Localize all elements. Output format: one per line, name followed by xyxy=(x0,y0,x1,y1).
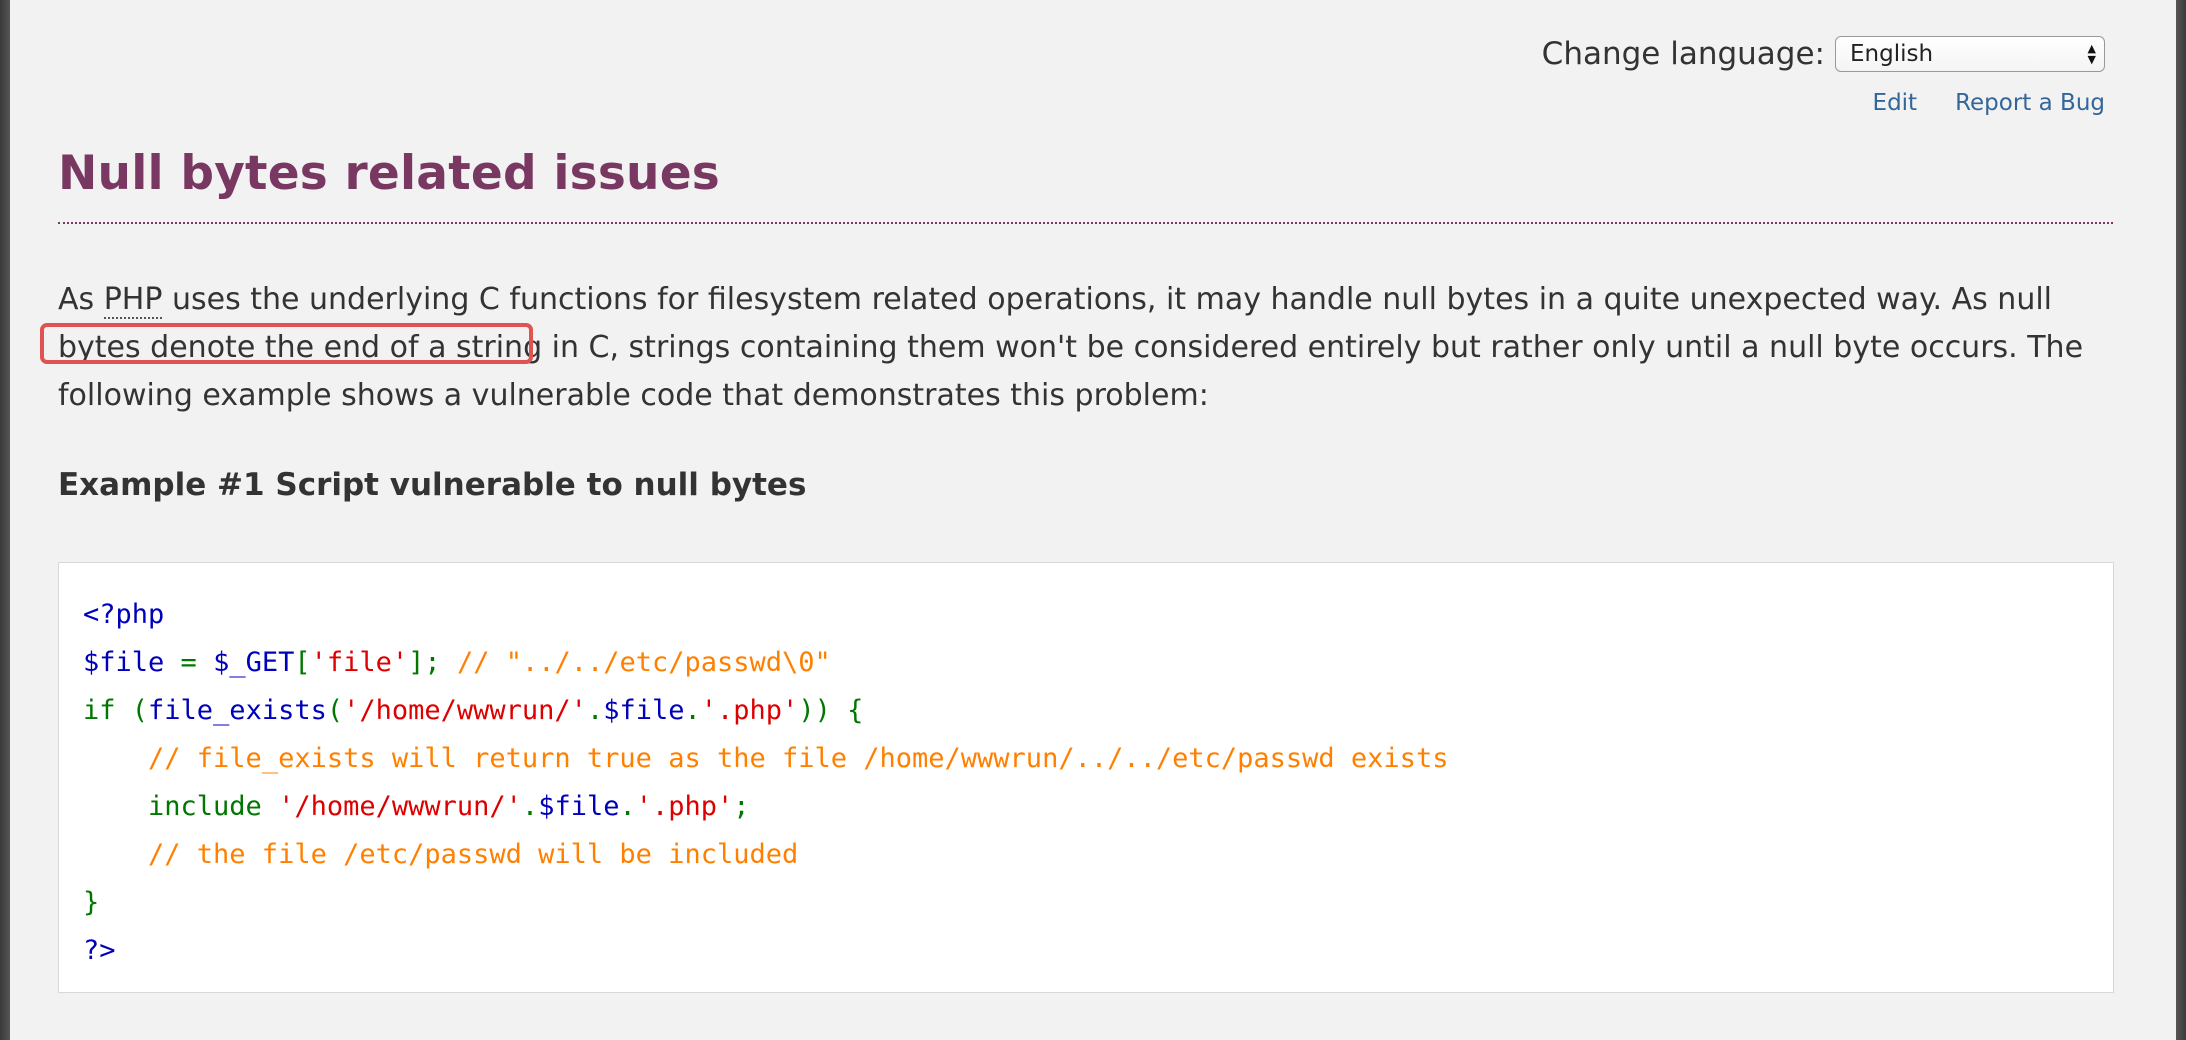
code-token: include xyxy=(83,791,279,822)
highlight-annotation-box xyxy=(40,323,533,364)
code-token: . xyxy=(586,695,604,726)
php-abbreviation: PHP xyxy=(103,282,163,319)
code-token: . xyxy=(684,695,701,726)
code-token: $file xyxy=(603,695,685,726)
code-token: file_exists xyxy=(148,695,327,726)
code-example: <?php $file = $_GET['file']; // "../../e… xyxy=(58,562,2114,993)
window-frame-left xyxy=(0,0,10,1040)
code-token: [ xyxy=(294,647,311,678)
code-token: '.php' xyxy=(635,791,734,822)
code-line: <?php xyxy=(83,591,2113,639)
example-title: Example #1 Script vulnerable to null byt… xyxy=(58,467,807,503)
code-token: ?> xyxy=(83,935,116,966)
code-token: )) { xyxy=(798,695,864,726)
code-token: 'file' xyxy=(310,647,409,678)
code-token: <?php xyxy=(83,599,165,630)
code-line: // file_exists will return true as the f… xyxy=(83,735,2113,783)
code-token: '/home/wwwrun/' xyxy=(343,695,587,726)
language-select[interactable]: English ▲ ▼ xyxy=(1835,36,2105,72)
code-comment: // "../../etc/passwd\0" xyxy=(456,647,831,678)
code-line: include '/home/wwwrun/'.$file.'.php'; xyxy=(83,783,2113,831)
code-line: $file = $_GET['file']; // "../../etc/pas… xyxy=(83,639,2113,687)
page-title: Null bytes related issues xyxy=(58,146,720,201)
code-token: '/home/wwwrun/' xyxy=(278,791,522,822)
code-token: . xyxy=(521,791,539,822)
manual-page: Change language: English ▲ ▼ Edit Report … xyxy=(10,0,2176,1040)
language-select-value: English xyxy=(1850,41,1934,67)
window-frame-right xyxy=(2176,0,2186,1040)
code-token: . xyxy=(619,791,636,822)
edit-link[interactable]: Edit xyxy=(1873,90,1918,116)
code-token: ( xyxy=(326,695,344,726)
code-token: $file xyxy=(83,647,181,678)
code-token: ; xyxy=(733,791,750,822)
code-line: // the file /etc/passwd will be included xyxy=(83,831,2113,879)
code-comment: // the file /etc/passwd will be included xyxy=(83,839,799,870)
code-line: if (file_exists('/home/wwwrun/'.$file.'.… xyxy=(83,687,2113,735)
change-language-label: Change language: xyxy=(1541,36,1825,72)
code-token: if ( xyxy=(83,695,149,726)
code-token: $_GET xyxy=(213,647,295,678)
code-line: } xyxy=(83,879,2113,927)
code-token: $file xyxy=(538,791,620,822)
title-divider xyxy=(58,222,2113,224)
page-actions: Edit Report a Bug xyxy=(1873,90,2105,116)
select-arrows-icon: ▲ ▼ xyxy=(2087,42,2096,66)
code-token: } xyxy=(83,887,100,918)
report-bug-link[interactable]: Report a Bug xyxy=(1955,90,2105,116)
code-comment: // file_exists will return true as the f… xyxy=(83,743,1449,774)
paragraph-text-start: As xyxy=(58,282,104,317)
language-bar: Change language: English ▲ ▼ xyxy=(1542,36,2105,72)
code-token: ]; xyxy=(408,647,457,678)
code-token: = xyxy=(180,647,214,678)
code-token: '.php' xyxy=(700,695,799,726)
code-line: ?> xyxy=(83,927,2113,975)
